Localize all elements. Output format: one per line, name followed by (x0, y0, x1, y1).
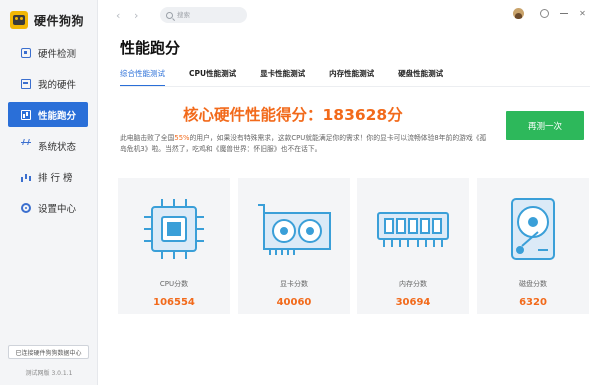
cpu-score-value: 106554 (153, 297, 195, 308)
sidebar-item-benchmark[interactable]: 性能跑分 (8, 102, 88, 127)
minimize-button[interactable] (557, 7, 570, 20)
avatar[interactable] (513, 8, 524, 19)
sidebar-item-label: 排 行 榜 (38, 172, 73, 184)
sidebar-item-label: 系统状态 (38, 141, 77, 153)
disk-score-card: 磁盘分数 6320 (477, 178, 589, 314)
close-button[interactable]: ✕ (576, 7, 589, 20)
sidebar-item-label: 硬件检测 (38, 48, 77, 60)
search-box[interactable] (160, 7, 247, 23)
window-controls: ✕ (513, 7, 589, 20)
beat-percentage: 55% (174, 134, 190, 142)
ranking-icon (21, 172, 31, 182)
app-name: 硬件狗狗 (34, 13, 85, 28)
benchmark-chart-icon (21, 109, 31, 120)
disk-score-label: 磁盘分数 (519, 280, 547, 288)
memory-score-card: 内存分数 30694 (357, 178, 469, 314)
search-input[interactable] (177, 11, 247, 19)
disk-score-value: 6320 (519, 297, 547, 308)
benchmark-tabs: 综合性能测试 CPU性能测试 显卡性能测试 内存性能测试 硬盘性能测试 (120, 68, 467, 87)
sidebar-item-hardware-detect[interactable]: 硬件检测 (0, 40, 98, 65)
sidebar-item-label: 我的硬件 (38, 79, 77, 91)
disk-icon (511, 198, 555, 260)
memory-score-label: 内存分数 (399, 280, 427, 288)
gpu-score-value: 40060 (276, 297, 312, 308)
hardware-box-icon (21, 78, 31, 89)
cpu-score-card: CPU分数 106554 (118, 178, 230, 314)
forward-arrow-icon[interactable]: › (134, 9, 138, 22)
cpu-icon (144, 199, 204, 259)
minimize-icon (559, 12, 568, 15)
dog-logo-icon (10, 11, 28, 29)
gear-icon (21, 202, 31, 213)
memory-score-value: 30694 (395, 297, 431, 308)
cpu-chip-icon (21, 47, 31, 58)
back-arrow-icon[interactable]: ‹ (116, 9, 120, 22)
settings-icon (540, 9, 549, 18)
desc-prefix: 此电脑击败了全国 (120, 134, 175, 142)
sidebar-item-my-hardware[interactable]: 我的硬件 (0, 71, 98, 96)
tabs-divider (120, 86, 590, 87)
pulse-icon (21, 141, 31, 152)
sidebar-item-system-status[interactable]: 系统状态 (0, 133, 98, 158)
tab-disk-test[interactable]: 硬盘性能测试 (398, 68, 443, 87)
tab-gpu-test[interactable]: 显卡性能测试 (260, 68, 305, 87)
sidebar-item-ranking[interactable]: 排 行 榜 (0, 164, 98, 189)
score-description: 此电脑击败了全国55%的用户，如果没有特殊需求，这款CPU就能满足你的需求！你的… (120, 133, 490, 155)
gpu-score-label: 显卡分数 (280, 280, 308, 288)
overall-score-title: 核心硬件性能得分：183628分 (183, 106, 403, 124)
sidebar-item-settings[interactable]: 设置中心 (0, 195, 98, 220)
data-center-button[interactable]: 已连接硬件狗狗数据中心 (8, 345, 89, 359)
sidebar-item-label: 设置中心 (38, 203, 77, 215)
top-bar: ‹ › ✕ (98, 0, 599, 30)
sidebar-nav: 硬件检测 我的硬件 性能跑分 系统状态 排 行 榜 设置中心 (0, 40, 98, 226)
gpu-icon (258, 204, 331, 255)
sidebar-item-label: 性能跑分 (38, 110, 77, 122)
tab-overall-test[interactable]: 综合性能测试 (120, 68, 165, 87)
memory-icon (377, 212, 449, 247)
sidebar: 硬件狗狗 硬件检测 我的硬件 性能跑分 系统状态 排 行 榜 设置中心 已连接硬… (0, 0, 98, 385)
version-text: 测试网版 3.0.1.1 (25, 370, 73, 377)
cpu-score-label: CPU分数 (159, 280, 189, 288)
page-title: 性能跑分 (120, 39, 181, 57)
tab-cpu-test[interactable]: CPU性能测试 (189, 68, 236, 87)
app-logo: 硬件狗狗 (10, 11, 84, 29)
tab-memory-test[interactable]: 内存性能测试 (329, 68, 374, 87)
search-icon (166, 11, 173, 19)
retest-button[interactable]: 再测一次 (506, 111, 584, 140)
settings-button[interactable] (538, 7, 551, 20)
gpu-score-card: 显卡分数 40060 (238, 178, 350, 314)
